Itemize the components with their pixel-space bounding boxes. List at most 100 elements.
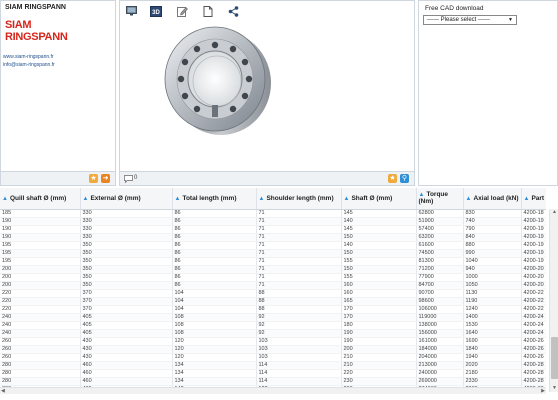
column-header[interactable]: ▲ Total length (mm) — [172, 188, 257, 210]
table-cell: 114 — [256, 361, 342, 370]
3d-icon[interactable]: 3D — [149, 4, 163, 18]
column-header[interactable]: ▲ Quill shaft Ø (mm) — [0, 188, 81, 210]
table-cell: 71 — [256, 257, 342, 266]
table-row[interactable]: 260 430 120 103 210 204000 1940 4200-26 — [0, 353, 546, 362]
table-cell: 190 — [0, 225, 81, 234]
table-row[interactable]: 195 350 86 71 140 61600 880 4200-19 — [0, 241, 546, 250]
table-row[interactable]: 240 405 108 92 190 156000 1640 4200-24 — [0, 329, 546, 338]
table-row[interactable]: 280 460 134 114 210 213000 2020 4200-28 — [0, 361, 546, 370]
sort-icon[interactable]: ▲ — [259, 196, 265, 202]
table-cell: 4200-26 — [521, 337, 546, 346]
sort-icon[interactable]: ▲ — [2, 196, 8, 202]
column-header-label: Part — [531, 194, 545, 202]
next-button[interactable]: ➜ — [101, 174, 110, 183]
column-header[interactable]: ▲ Axial load (kN) — [463, 188, 522, 210]
scroll-left-icon[interactable]: ◀ — [1, 388, 5, 394]
table-cell: 71 — [256, 265, 342, 274]
column-header[interactable]: ▲ External Ø (mm) — [80, 188, 173, 210]
table-cell: 220 — [0, 305, 81, 314]
table-cell: 51900 — [416, 217, 464, 226]
cad-download-panel: Free CAD download ------ Please select -… — [418, 0, 558, 186]
table-row[interactable]: 260 430 120 103 190 161000 1690 4200-26 — [0, 337, 546, 346]
favorite-button[interactable]: ★ — [89, 174, 98, 183]
table-cell: 150 — [341, 233, 417, 242]
company-name: SIAM RINGSPANN — [5, 4, 66, 11]
table-row[interactable]: 200 350 86 71 150 71200 940 4200-20 — [0, 265, 546, 274]
sort-icon[interactable]: ▲ — [524, 196, 530, 202]
table-cell: 71 — [256, 209, 342, 218]
table-row[interactable]: 190 330 86 71 145 57400 790 4200-19 — [0, 225, 546, 234]
monitor-icon[interactable] — [124, 4, 138, 18]
table-row[interactable]: 195 350 86 71 150 74500 990 4200-19 — [0, 249, 546, 258]
vertical-scrollbar[interactable]: ▲ ▼ — [549, 209, 558, 392]
sort-icon[interactable]: ▲ — [344, 196, 350, 202]
table-cell: 210 — [341, 361, 417, 370]
table-cell: 2330 — [463, 377, 522, 386]
table-row[interactable]: 185 330 86 71 145 62800 830 4200-18 — [0, 209, 546, 218]
table-row[interactable]: 200 350 86 71 160 84700 1050 4200-20 — [0, 281, 546, 290]
table-cell: 350 — [80, 241, 173, 250]
table-row[interactable]: 190 330 86 71 150 63200 840 4200-19 — [0, 233, 546, 242]
table-row[interactable]: 220 370 104 88 160 90700 1130 4200-22 — [0, 289, 546, 298]
table-cell: 71 — [256, 273, 342, 282]
table-cell: 460 — [80, 361, 173, 370]
top-section: SIAM RINGSPANN SIAM RINGSPANN www.siam-r… — [0, 0, 558, 186]
table-cell: 200 — [0, 281, 81, 290]
table-cell: 430 — [80, 353, 173, 362]
table-cell: 84700 — [416, 281, 464, 290]
table-cell: 1050 — [463, 281, 522, 290]
table-cell: 81300 — [416, 257, 464, 266]
company-website-link[interactable]: www.siam-ringspann.fr — [3, 53, 55, 61]
table-row[interactable]: 195 350 86 71 155 81300 1040 4200-19 — [0, 257, 546, 266]
scroll-down-icon[interactable]: ▼ — [551, 385, 558, 392]
zoom-button[interactable]: ⚲ — [400, 174, 409, 183]
horizontal-scrollbar[interactable]: ◀ ▶ — [0, 387, 546, 394]
column-header[interactable]: ▲ Part — [521, 188, 546, 210]
table-cell: 108 — [172, 321, 257, 330]
table-row[interactable]: 240 405 108 92 180 138000 1530 4200-24 — [0, 321, 546, 330]
table-row[interactable]: 280 460 134 114 220 240000 2180 4200-28 — [0, 369, 546, 378]
table-row[interactable]: 220 370 104 88 165 98600 1190 4200-22 — [0, 297, 546, 306]
table-cell: 195 — [0, 241, 81, 250]
product-image[interactable] — [159, 21, 277, 139]
table-cell: 4200-28 — [521, 361, 546, 370]
table-row[interactable]: 280 460 134 114 230 269000 2330 4200-28 — [0, 377, 546, 386]
column-header[interactable]: ▲ Torque (Nm) — [416, 188, 464, 210]
table-cell: 185 — [0, 209, 81, 218]
product-table: ▲ Quill shaft Ø (mm) ▲ External Ø (mm) ▲ Tota… — [0, 188, 546, 394]
cad-format-select[interactable]: ------ Please select ------ ▼ — [423, 15, 517, 25]
scrollbar-thumb[interactable] — [551, 337, 558, 379]
table-cell: 460 — [80, 377, 173, 386]
chevron-down-icon: ▼ — [508, 17, 513, 23]
table-cell: 195 — [0, 257, 81, 266]
table-cell: 460 — [80, 369, 173, 378]
comment-icon[interactable] — [124, 175, 133, 185]
table-cell: 138000 — [416, 321, 464, 330]
table-cell: 170 — [341, 305, 417, 314]
table-cell: 92 — [256, 329, 342, 338]
scroll-up-icon[interactable]: ▲ — [551, 209, 558, 216]
table-body: 185 330 86 71 145 62800 830 4200-18 190 330 86 71 14… — [0, 209, 546, 394]
column-header[interactable]: ▲ Shoulder length (mm) — [256, 188, 342, 210]
edit-icon[interactable] — [175, 4, 189, 18]
sort-icon[interactable]: ▲ — [466, 196, 472, 202]
favorite-product-button[interactable]: ★ — [388, 174, 397, 183]
scroll-right-icon[interactable]: ▶ — [541, 388, 545, 394]
table-row[interactable]: 260 430 120 103 200 184000 1840 4200-26 — [0, 345, 546, 354]
table-row[interactable]: 200 350 86 71 155 77900 1000 4200-20 — [0, 273, 546, 282]
sort-icon[interactable]: ▲ — [83, 196, 89, 202]
company-logo[interactable]: SIAM RINGSPANN — [5, 20, 113, 44]
table-cell: 71 — [256, 233, 342, 242]
document-icon[interactable] — [201, 4, 215, 18]
table-cell: 405 — [80, 329, 173, 338]
table-cell: 103 — [256, 337, 342, 346]
table-row[interactable]: 190 330 86 71 140 51900 740 4200-19 — [0, 217, 546, 226]
column-header[interactable]: ▲ Shaft Ø (mm) — [341, 188, 417, 210]
table-cell: 4200-22 — [521, 305, 546, 314]
sort-icon[interactable]: ▲ — [175, 196, 181, 202]
column-header-label: Total length (mm) — [182, 194, 237, 202]
share-icon[interactable] — [226, 4, 240, 18]
table-row[interactable]: 220 370 104 88 170 106000 1240 4200-22 — [0, 305, 546, 314]
company-email-link[interactable]: info@siam-ringspann.fr — [3, 61, 55, 69]
table-row[interactable]: 240 405 108 92 170 119000 1400 4200-24 — [0, 313, 546, 322]
